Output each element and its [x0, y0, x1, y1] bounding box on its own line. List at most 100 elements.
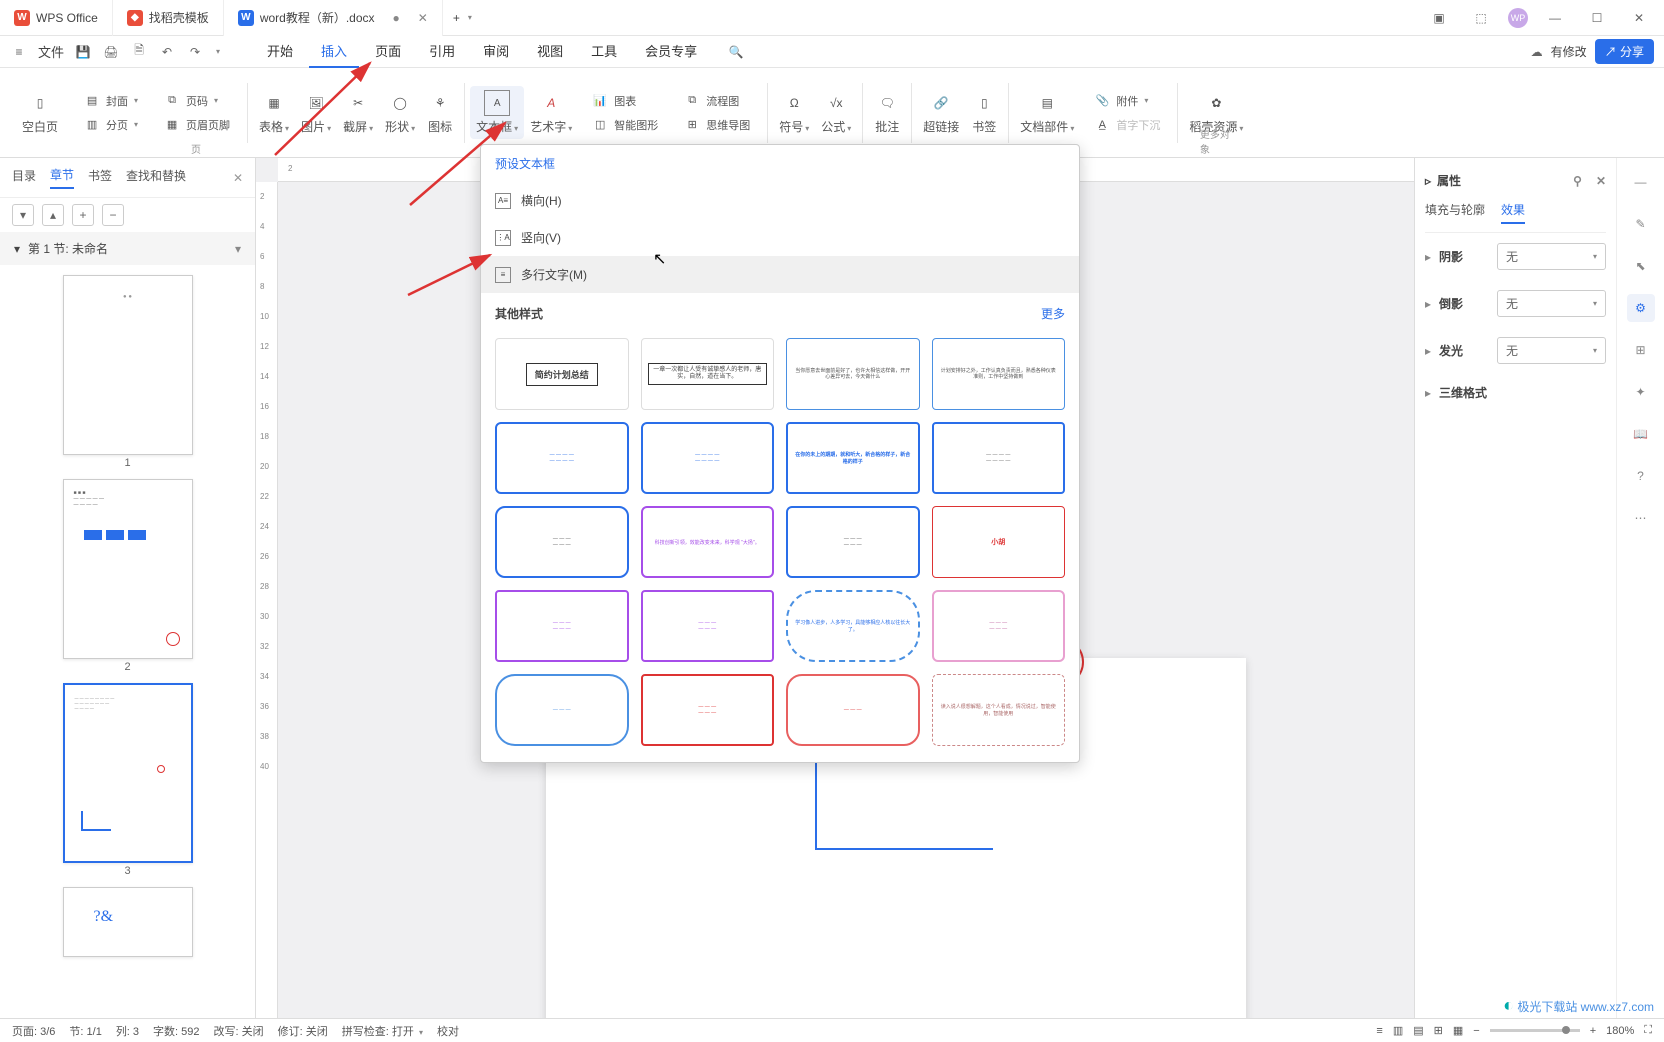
- style-preset[interactable]: 科技创新引领，效能改变未来，科学观 "大扬"。: [641, 506, 775, 578]
- redo-icon[interactable]: ↷: [186, 43, 204, 61]
- tool-select-icon[interactable]: ⬉: [1627, 252, 1655, 280]
- shapes-button[interactable]: ◯形状▾: [379, 86, 421, 139]
- style-preset[interactable]: — — —: [495, 674, 629, 746]
- undo-icon[interactable]: ↶: [158, 43, 176, 61]
- search-icon[interactable]: 🔍: [727, 43, 745, 61]
- cube-icon[interactable]: ⬚: [1466, 3, 1496, 33]
- glow-select[interactable]: 无▾: [1497, 337, 1606, 364]
- table-button[interactable]: ▦表格▾: [253, 86, 295, 139]
- chevron-down-icon[interactable]: ▾: [216, 47, 220, 56]
- tab-insert[interactable]: 插入: [309, 35, 359, 68]
- page-thumbnail-1[interactable]: ● ●: [63, 275, 193, 455]
- close-button[interactable]: ✕: [1624, 3, 1654, 33]
- screenshot-button[interactable]: ✂截屏▾: [337, 86, 379, 139]
- status-words[interactable]: 字数: 592: [153, 1023, 199, 1039]
- tab-chapter[interactable]: 章节: [50, 166, 74, 189]
- print-icon[interactable]: 🖨: [102, 43, 120, 61]
- minimize-button[interactable]: —: [1540, 3, 1570, 33]
- tab-tools[interactable]: 工具: [579, 35, 629, 68]
- page-thumbnail-2[interactable]: ■ ■ ■— — — — —— — — —: [63, 479, 193, 659]
- style-preset[interactable]: — — — —— — — —: [641, 422, 775, 494]
- remove-button[interactable]: −: [102, 204, 124, 226]
- collapse-button[interactable]: ▾: [12, 204, 34, 226]
- chevron-down-icon[interactable]: ▾: [235, 242, 241, 256]
- doc-parts-button[interactable]: ▤文档部件▾部件: [1014, 86, 1080, 139]
- blank-page-button[interactable]: ▯空白页: [16, 86, 64, 139]
- tab-start[interactable]: 开始: [255, 35, 305, 68]
- tab-templates[interactable]: ◆ 找稻壳模板: [113, 0, 224, 36]
- style-preset[interactable]: — — —— — —: [495, 590, 629, 662]
- tool-help-icon[interactable]: ?: [1627, 462, 1655, 490]
- status-spell[interactable]: 拼写检查: 打开 ▾: [342, 1023, 423, 1039]
- style-preset[interactable]: 一章一次都让人受有诚挚感人的老师，唐实，自然，道在当下。: [641, 338, 775, 410]
- view-mode-icon[interactable]: ⊞: [1434, 1024, 1443, 1037]
- status-section[interactable]: 节: 1/1: [69, 1023, 101, 1039]
- tool-minus[interactable]: —: [1627, 168, 1655, 196]
- tab-member[interactable]: 会员专享: [633, 35, 709, 68]
- view-mode-icon[interactable]: ▥: [1393, 1024, 1403, 1037]
- pin-icon[interactable]: ⚲: [1573, 174, 1582, 188]
- zoom-slider[interactable]: [1490, 1029, 1580, 1032]
- zoom-in-button[interactable]: +: [1590, 1025, 1596, 1037]
- style-preset[interactable]: 学习像人进步，人多学习，具能够相应人核以往长大了。: [786, 590, 920, 662]
- style-preset[interactable]: — — —— — —: [495, 506, 629, 578]
- smartart-button[interactable]: ◫智能图形: [584, 113, 664, 137]
- hyperlink-button[interactable]: 🔗超链接: [917, 86, 965, 139]
- wordart-button[interactable]: A艺术字▾: [524, 86, 578, 139]
- prop-tab-effect[interactable]: 效果: [1501, 201, 1525, 224]
- docer-button[interactable]: ✿稻壳资源▾更多对象: [1183, 86, 1249, 139]
- chevron-down-icon[interactable]: ▹: [1425, 174, 1431, 188]
- cover-button[interactable]: ▤封面▾: [76, 89, 144, 113]
- dropcap-button[interactable]: A̲首字下沉: [1086, 113, 1166, 137]
- tool-more-icon[interactable]: ⋯: [1627, 504, 1655, 532]
- save-icon[interactable]: 💾: [74, 43, 92, 61]
- icons-button[interactable]: ⚘图标: [421, 86, 459, 139]
- status-col[interactable]: 列: 3: [116, 1023, 139, 1039]
- tool-format-icon[interactable]: ⊞: [1627, 336, 1655, 364]
- status-proof[interactable]: 校对: [437, 1023, 459, 1039]
- page-break-button[interactable]: ▥分页▾: [76, 113, 144, 137]
- style-preset[interactable]: — — —— — —: [641, 674, 775, 746]
- file-menu[interactable]: 文件: [38, 42, 64, 61]
- style-preset[interactable]: — — —— — —: [641, 590, 775, 662]
- flowchart-button[interactable]: ⧉流程图: [676, 89, 756, 113]
- reflection-select[interactable]: 无▾: [1497, 290, 1606, 317]
- attachment-button[interactable]: 📎附件▾: [1086, 89, 1166, 113]
- style-preset[interactable]: — — —— — —: [786, 506, 920, 578]
- style-preset[interactable]: 简约计划总结: [495, 338, 629, 410]
- picture-button[interactable]: 🖼图片▾: [295, 86, 337, 139]
- share-button[interactable]: ↗ 分享: [1595, 39, 1654, 64]
- chart-button[interactable]: 📊图表: [584, 89, 664, 113]
- textbox-multiline[interactable]: ≡ 多行文字(M): [481, 256, 1079, 293]
- mindmap-button[interactable]: ⊞思维导图: [676, 113, 756, 137]
- maximize-button[interactable]: ☐: [1582, 3, 1612, 33]
- header-footer-button[interactable]: ▦页眉页脚: [156, 113, 236, 137]
- add-button[interactable]: +: [72, 204, 94, 226]
- zoom-out-button[interactable]: −: [1473, 1025, 1479, 1037]
- tab-page[interactable]: 页面: [363, 35, 413, 68]
- avatar[interactable]: WP: [1508, 8, 1528, 28]
- style-preset[interactable]: 计划安排好之外，工作认真负责而且，熟悉各种仪表准则，工作中坚持做到: [932, 338, 1066, 410]
- menu-icon[interactable]: ≡: [10, 43, 28, 61]
- style-preset[interactable]: — — — —— — — —: [932, 422, 1066, 494]
- page-num-button[interactable]: ⧉页码▾: [156, 89, 236, 113]
- view-mode-icon[interactable]: ≡: [1376, 1025, 1382, 1037]
- style-preset[interactable]: — — — —— — — —: [495, 422, 629, 494]
- close-icon[interactable]: ✕: [1596, 174, 1606, 188]
- page-thumbnail-4[interactable]: ?&: [63, 887, 193, 957]
- close-tab-icon[interactable]: ✕: [418, 11, 428, 25]
- view-mode-icon[interactable]: ▤: [1413, 1024, 1423, 1037]
- tab-document[interactable]: W word教程（新）.docx ● ✕: [224, 0, 443, 36]
- status-page[interactable]: 页面: 3/6: [12, 1023, 55, 1039]
- tool-gear-icon[interactable]: ✦: [1627, 378, 1655, 406]
- cloud-sync-icon[interactable]: ☁: [1531, 45, 1543, 59]
- tab-review[interactable]: 审阅: [471, 35, 521, 68]
- style-preset[interactable]: 小胡: [932, 506, 1066, 578]
- vertical-ruler[interactable]: 2468 10121416 18202224 26283032 34363840: [256, 182, 278, 1018]
- zoom-value[interactable]: 180%: [1606, 1025, 1634, 1037]
- page-thumbnail-3[interactable]: — — — — — — — —— — — — — — —— — — —: [63, 683, 193, 863]
- new-tab-button[interactable]: + ▾: [443, 0, 482, 36]
- app-tab[interactable]: W WPS Office: [0, 0, 113, 36]
- symbol-button[interactable]: Ω符号▾: [773, 86, 815, 139]
- style-preset[interactable]: — — —: [786, 674, 920, 746]
